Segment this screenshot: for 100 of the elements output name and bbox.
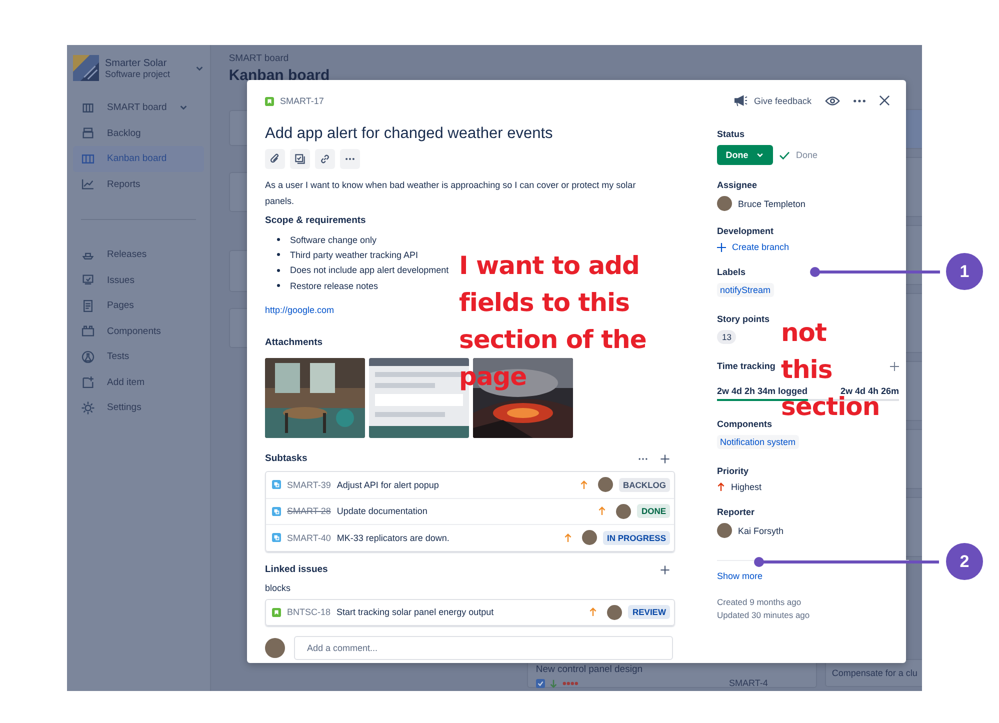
issue-key[interactable]: BNTSC-18 <box>287 607 331 618</box>
card-key: SMART-4 <box>729 678 768 688</box>
dots-icon <box>562 680 578 686</box>
field-label: Components <box>717 419 772 429</box>
close-icon[interactable] <box>878 95 890 106</box>
board-title: Kanban board <box>228 67 330 84</box>
more-icon[interactable] <box>852 98 866 102</box>
subtask-title: MK-33 replicators are down. <box>336 532 450 543</box>
project-type: Software project <box>105 68 172 78</box>
list-item: Restore release notes <box>290 280 378 291</box>
add-icon[interactable] <box>659 564 671 576</box>
sidebar-item[interactable]: Components <box>73 318 204 344</box>
card-title: New control panel design <box>536 664 643 675</box>
subtask-row[interactable]: SMART-28 Update documentation DONE <box>266 498 674 526</box>
created-date: Created 9 months ago <box>717 597 802 607</box>
link-icon <box>319 153 331 165</box>
arrow-up-icon <box>598 506 606 516</box>
story-icon <box>265 96 274 106</box>
avatar <box>717 523 732 538</box>
section-heading: Linked issues <box>265 564 328 575</box>
annotation-text: this <box>781 356 832 384</box>
status-lozenge: IN PROGRESS <box>602 530 670 545</box>
list-item: Does not include app alert development <box>290 265 449 276</box>
section-heading: Attachments <box>265 337 323 348</box>
time-remaining: 2w 4d 4h 26m <box>840 386 899 396</box>
field-label: Story points <box>717 314 770 324</box>
sidebar-item[interactable]: Reports <box>73 172 204 197</box>
flask-icon <box>81 350 95 364</box>
sidebar-item[interactable]: Tests <box>73 344 204 370</box>
arrow-down-icon <box>548 678 558 688</box>
sidebar-item[interactable]: Releases <box>73 242 204 268</box>
list-item: Third party weather tracking API <box>290 250 418 260</box>
add-icon[interactable] <box>890 362 899 370</box>
field-label: Assignee <box>717 180 758 190</box>
issue-key[interactable]: SMART-39 <box>287 480 331 490</box>
show-more-link[interactable]: Show more <box>717 571 763 581</box>
eye-icon[interactable] <box>824 94 840 106</box>
status-lozenge: REVIEW <box>628 605 670 620</box>
subtask-title: Update documentation <box>336 506 428 516</box>
megaphone-icon <box>733 94 748 107</box>
feedback-button[interactable]: Give feedback <box>733 94 812 107</box>
chart-icon <box>81 177 95 192</box>
backlog-icon <box>81 126 95 140</box>
bullet-icon <box>277 238 280 242</box>
checklist-icon <box>294 153 306 165</box>
field-label: Reporter <box>717 507 755 517</box>
subtask-row[interactable]: SMART-40 MK-33 replicators are down. IN PROGRESS <box>266 525 674 551</box>
story-icon <box>272 608 281 617</box>
comment-field[interactable]: Add a comment... <box>294 636 673 660</box>
subtask-button[interactable] <box>290 149 310 169</box>
link[interactable]: http://google.com <box>265 305 334 316</box>
checkmark-icon <box>779 150 790 160</box>
more-button[interactable] <box>340 149 360 169</box>
sidebar-item[interactable]: Issues <box>73 268 204 293</box>
field-label: Development <box>717 226 774 236</box>
project-name: Smarter Solar <box>105 58 168 68</box>
field-label: Time tracking <box>717 361 776 371</box>
issue-key[interactable]: SMART-28 <box>287 506 331 516</box>
callout-number: 2 <box>946 543 983 580</box>
status-lozenge: BACKLOG <box>619 478 670 492</box>
field-label: Priority <box>717 466 749 476</box>
label-tag[interactable]: notifyStream <box>717 283 774 297</box>
link-button[interactable] <box>315 149 335 169</box>
attach-button[interactable] <box>265 149 285 169</box>
priority-value[interactable]: Highest <box>731 482 762 492</box>
arrow-up-icon <box>717 482 725 492</box>
add-icon[interactable] <box>659 453 671 466</box>
avatar <box>717 196 732 211</box>
issue-key[interactable]: SMART-40 <box>287 532 331 543</box>
sidebar-item[interactable]: Pages <box>73 293 204 318</box>
create-branch-link[interactable]: Create branch <box>717 242 790 252</box>
issue-key[interactable]: SMART-17 <box>280 96 324 106</box>
page-icon <box>81 298 95 313</box>
columns-icon <box>81 152 95 166</box>
status-lozenge: DONE <box>637 504 670 518</box>
box-icon <box>81 324 95 338</box>
subtask-row[interactable]: SMART-39 Adjust API for alert popup BACKLOG <box>266 472 674 499</box>
sidebar-item[interactable]: Settings <box>73 395 204 420</box>
bullet-icon <box>277 268 280 272</box>
story-points[interactable]: 13 <box>717 330 736 344</box>
sidebar-item[interactable]: Add item <box>73 370 204 395</box>
avatar <box>582 530 597 546</box>
assignee-name[interactable]: Bruce Templeton <box>738 198 806 208</box>
linked-issue-row[interactable]: BNTSC-18 Start tracking solar panel energy output REVIEW <box>266 600 674 626</box>
sidebar-item[interactable]: SMART board <box>73 95 204 120</box>
avatar <box>265 638 285 658</box>
chevron-down-icon[interactable] <box>194 64 204 72</box>
reporter-name[interactable]: Kai Forsyth <box>738 526 784 536</box>
board-icon <box>81 100 95 115</box>
status-button[interactable]: Done <box>717 145 773 165</box>
project-logo-icon <box>73 55 99 81</box>
sidebar-item[interactable]: Backlog <box>73 120 204 146</box>
subtask-icon <box>272 480 281 490</box>
arrow-up-icon <box>589 607 598 618</box>
avatar <box>607 604 622 620</box>
avatar <box>616 504 632 519</box>
breadcrumb[interactable]: SMART board <box>228 53 289 64</box>
issue-title[interactable]: Add app alert for changed weather events <box>265 125 675 143</box>
component-tag[interactable]: Notification system <box>717 435 799 449</box>
subtask-icon <box>272 506 281 516</box>
